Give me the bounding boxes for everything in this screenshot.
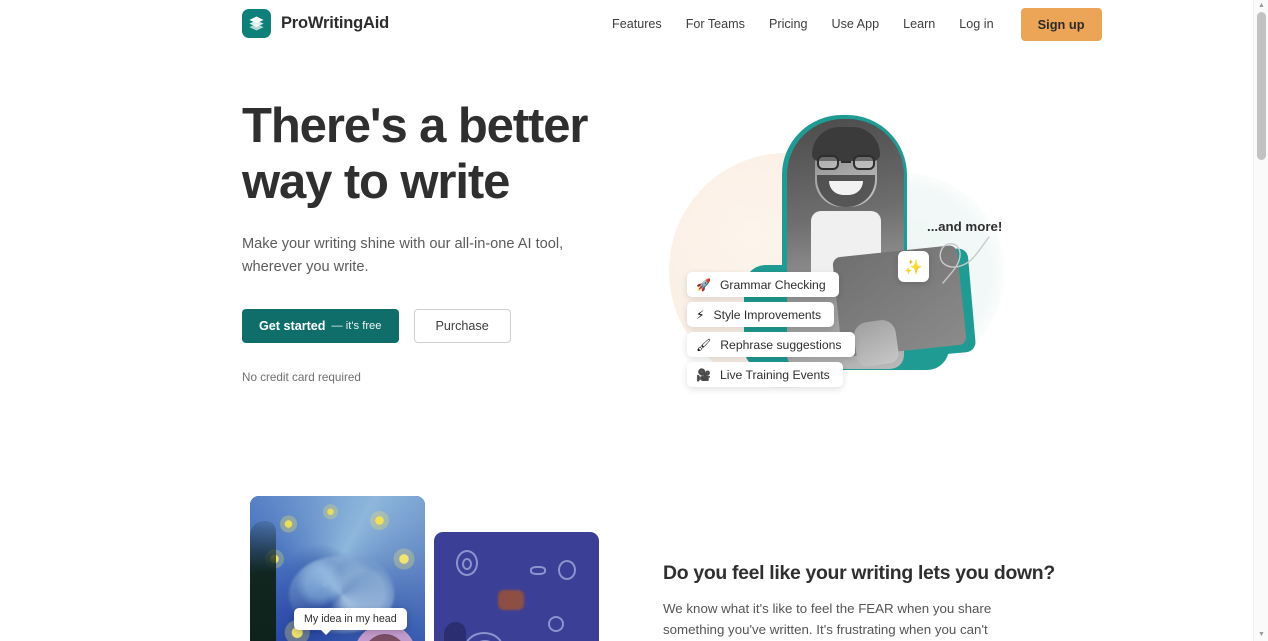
glasses-icon [817,155,875,170]
nav-item-for-teams[interactable]: For Teams [674,0,757,48]
nav-item-learn[interactable]: Learn [891,0,947,48]
hero-subtitle: Make your writing shine with our all-in-… [242,236,564,275]
feature-chip-live-training-events[interactable]: 🎥 Live Training Events [687,362,843,387]
section2-copy: Do you feel like your writing lets you d… [663,562,1055,641]
feature-chip-style-improvements[interactable]: ⚡ Style Improvements [687,302,835,327]
sketch-cypress [444,622,466,641]
main-nav: Features For Teams Pricing Use App Learn… [600,0,1102,48]
page-title: There's a better way to write [242,98,642,210]
no-credit-card-note: No credit card required [242,371,361,384]
nav-item-use-app[interactable]: Use App [819,0,891,48]
nav-item-features[interactable]: Features [600,0,674,48]
lightning-icon: ⚡ [696,307,705,322]
scrollbar-down-arrow[interactable]: ▼ [1254,629,1268,641]
sparkle-badge: ✨ [898,251,929,282]
section2-title: Do you feel like your writing lets you d… [663,562,1055,584]
nav-item-pricing[interactable]: Pricing [757,0,820,48]
feature-chip-label: Live Training Events [719,367,830,382]
hero-title-line-1: There's a better [242,99,588,153]
get-started-label: Get started [259,319,326,333]
page-root: ProWritingAid Features For Teams Pricing… [0,0,1268,641]
hero-illustration: ✨ ...and more! 🚀 Grammar Checking ⚡ Styl… [655,103,1015,443]
writing-lets-you-down-section: My idea in my head Do you feel like your… [0,488,1253,641]
starry-cypress [250,521,276,641]
feature-chip-label: Grammar Checking [719,277,826,292]
brand-logo-link[interactable]: ProWritingAid [242,9,389,38]
scrollbar-up-arrow[interactable]: ▲ [1254,0,1268,12]
page-scrollbar[interactable]: ▲ ▼ [1253,0,1268,641]
feature-chip-grammar-checking[interactable]: 🚀 Grammar Checking [687,272,839,297]
brand-name: ProWritingAid [281,14,390,32]
balloon-squiggle-icon [939,236,990,284]
feature-chip-rephrase-suggestions[interactable]: 🖌 Rephrase suggestions [687,332,855,357]
section2-body: We know what it's like to feel the FEAR … [663,601,992,637]
video-camera-icon: 🎥 [696,367,711,382]
and-more-label: ...and more! [927,219,1003,234]
my-idea-label: My idea in my head [294,608,407,635]
scrollbar-thumb[interactable] [1257,12,1266,160]
hero-cta-group: Get started — it's free Purchase [242,309,642,343]
rocket-icon: 🚀 [696,277,711,292]
get-started-free-suffix: — it's free [331,320,382,332]
hero-title-line-2: way to write [242,155,510,209]
get-started-button[interactable]: Get started — it's free [242,309,399,343]
hero-copy: There's a better way to write Make your … [242,98,642,384]
comparison-gallery: My idea in my head [242,496,632,641]
sketch-painting-image [434,532,599,641]
sketch-blob [498,590,524,610]
nav-item-log-in[interactable]: Log in [947,0,1005,48]
purchase-button[interactable]: Purchase [413,309,511,343]
feature-chip-list: 🚀 Grammar Checking ⚡ Style Improvements … [687,272,855,392]
feature-chip-label: Style Improvements [713,307,822,322]
magic-wand-icon: 🖌 [696,337,712,352]
sign-up-button[interactable]: Sign up [1020,7,1102,41]
hero-section: There's a better way to write Make your … [0,48,1253,488]
feature-chip-label: Rephrase suggestions [720,337,842,352]
stacked-books-icon [242,9,271,38]
site-header: ProWritingAid Features For Teams Pricing… [0,0,1253,48]
person-hand [852,318,900,368]
